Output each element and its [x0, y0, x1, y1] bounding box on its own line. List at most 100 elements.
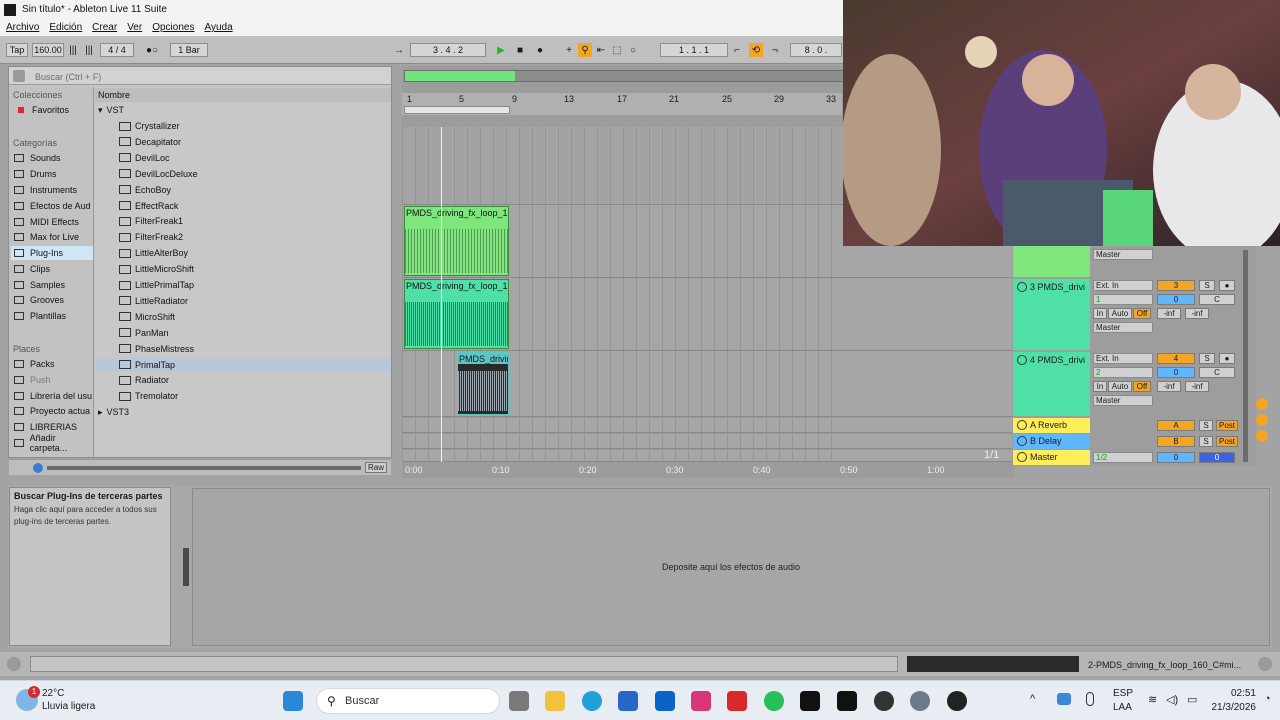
- send-value[interactable]: 0: [1157, 294, 1195, 305]
- preview-toggle-icon[interactable]: [33, 463, 43, 473]
- loop-brace[interactable]: [402, 105, 842, 115]
- list-item[interactable]: DevilLoc: [95, 151, 391, 165]
- sidebar-item-clips[interactable]: Clips: [11, 262, 93, 276]
- track-header-2[interactable]: [1013, 246, 1090, 277]
- sidebar-item-max-for-live[interactable]: Max for Live: [11, 230, 93, 244]
- time-ruler[interactable]: 0:00 0:10 0:20 0:30 0:40 0:50 1:00: [402, 462, 1014, 478]
- menu-archivo[interactable]: Archivo: [6, 22, 39, 33]
- track-header-4[interactable]: 4 PMDS_drivi: [1013, 352, 1090, 416]
- nudge-down-icon[interactable]: |||: [66, 43, 80, 57]
- monitor-off-button[interactable]: Off: [1133, 381, 1151, 392]
- media-player-icon[interactable]: [947, 691, 967, 711]
- return-track-b[interactable]: B Delay: [1013, 434, 1090, 449]
- clock-time[interactable]: 02:51: [1212, 688, 1256, 699]
- list-item[interactable]: EchoBoy: [95, 183, 391, 197]
- output-select[interactable]: Master: [1093, 395, 1153, 406]
- file-explorer-icon[interactable]: [545, 691, 565, 711]
- audio-clip[interactable]: PMDS_driving_fx_loop_1: [404, 206, 509, 276]
- search-input[interactable]: Buscar (Ctrl + F): [35, 72, 101, 82]
- automation-arm-icon[interactable]: ⚲: [578, 43, 592, 57]
- output-select[interactable]: Master: [1093, 322, 1153, 333]
- track-activator-icon[interactable]: [1017, 355, 1027, 365]
- list-item[interactable]: FilterFreak2: [95, 230, 391, 244]
- input-channel-select[interactable]: 1: [1093, 294, 1153, 305]
- sidebar-item-push[interactable]: Push: [11, 373, 93, 387]
- list-item[interactable]: FilterFreak1: [95, 214, 391, 228]
- nudge-up-icon[interactable]: |||: [82, 43, 96, 57]
- show-info-icon[interactable]: [7, 657, 21, 671]
- return-letter[interactable]: B: [1157, 436, 1195, 447]
- arm-record-icon[interactable]: ●: [1219, 280, 1235, 291]
- sidebar-item-sounds[interactable]: Sounds: [11, 151, 93, 165]
- list-item[interactable]: PanMan: [95, 326, 391, 340]
- quantize-select[interactable]: 1 Bar: [170, 43, 208, 57]
- whatsapp-icon[interactable]: [764, 691, 784, 711]
- solo-button[interactable]: S: [1199, 353, 1215, 364]
- track-activator-icon[interactable]: [1017, 452, 1027, 462]
- record-icon[interactable]: ●: [533, 43, 547, 57]
- sidebar-item-midi-effects[interactable]: MIDI Effects: [11, 215, 93, 229]
- menu-crear[interactable]: Crear: [92, 22, 117, 33]
- list-item[interactable]: Crystallizer: [95, 119, 391, 133]
- weather-temp[interactable]: 22°C: [42, 688, 64, 699]
- pan-control[interactable]: C: [1199, 367, 1235, 378]
- loop-switch-icon[interactable]: ⟲: [749, 43, 763, 57]
- monitor-off-button[interactable]: Off: [1133, 308, 1151, 319]
- device-drop-zone[interactable]: Deposite aquí los efectos de audio: [192, 488, 1270, 646]
- track-activator-icon[interactable]: [1017, 282, 1027, 292]
- capture-icon[interactable]: ⬚: [610, 43, 624, 57]
- sidebar-item-packs[interactable]: Packs: [11, 357, 93, 371]
- wifi-icon[interactable]: ≋: [1148, 693, 1157, 706]
- master-value[interactable]: 0: [1157, 452, 1195, 463]
- battery-icon[interactable]: ▭: [1187, 693, 1197, 706]
- overdub-icon[interactable]: +: [562, 43, 576, 57]
- list-item[interactable]: MicroShift: [95, 310, 391, 324]
- task-view-icon[interactable]: [509, 691, 529, 711]
- session-record-icon[interactable]: ○: [626, 43, 640, 57]
- track-header-3[interactable]: 3 PMDS_drivi: [1013, 279, 1090, 350]
- instagram-icon[interactable]: [691, 691, 711, 711]
- master-lane[interactable]: 1/1: [402, 449, 1012, 462]
- play-icon[interactable]: ▶: [494, 43, 508, 57]
- metronome-icon[interactable]: ●○: [138, 43, 166, 57]
- microphone-icon[interactable]: [1086, 692, 1094, 706]
- audio-clip[interactable]: PMDS_driving_fx_loop_1: [404, 279, 509, 349]
- list-item[interactable]: LittleRadiator: [95, 294, 391, 308]
- sidebar-item-librerias[interactable]: LIBRERIAS: [11, 420, 93, 434]
- follow-icon[interactable]: →: [392, 43, 406, 57]
- list-item[interactable]: LittleAlterBoy: [95, 246, 391, 260]
- sidebar-item-plug-ins[interactable]: Plug-Ins: [11, 246, 93, 260]
- sidebar-item-current-project[interactable]: Proyecto actua: [11, 404, 93, 418]
- song-position-field[interactable]: 3 . 4 . 2: [410, 43, 486, 57]
- loop-length-field[interactable]: 8 . 0 .: [790, 43, 842, 57]
- mixer-toggle-icon[interactable]: [1256, 430, 1268, 442]
- list-item[interactable]: LittleMicroShift: [95, 262, 391, 276]
- sidebar-item-grooves[interactable]: Grooves: [11, 293, 93, 307]
- tap-button[interactable]: Tap: [6, 43, 28, 57]
- outlook-icon[interactable]: [655, 691, 675, 711]
- cloud-icon[interactable]: [1057, 693, 1071, 705]
- track-lane-4[interactable]: PMDS_drivin: [402, 351, 1012, 417]
- youtube-icon[interactable]: [727, 691, 747, 711]
- monitor-in-button[interactable]: In: [1093, 308, 1107, 319]
- language-code[interactable]: ESP: [1113, 688, 1133, 699]
- io-toggle-icon[interactable]: [1256, 398, 1268, 410]
- solo-button[interactable]: S: [1199, 436, 1213, 447]
- menu-ayuda[interactable]: Ayuda: [204, 22, 232, 33]
- folder-vst[interactable]: ▾ VST: [95, 103, 391, 117]
- menu-opciones[interactable]: Opciones: [152, 22, 194, 33]
- input-channel-select[interactable]: 2: [1093, 367, 1153, 378]
- back-to-arrangement-icon[interactable]: ⇤: [594, 43, 608, 57]
- clock-date[interactable]: 21/3/2026: [1206, 702, 1257, 713]
- sends-toggle-icon[interactable]: [1256, 414, 1268, 426]
- taskbar-search[interactable]: ⚲ Buscar: [316, 688, 500, 714]
- track-number-button[interactable]: 3: [1157, 280, 1195, 291]
- monitor-in-button[interactable]: In: [1093, 381, 1107, 392]
- return-lane-b[interactable]: [402, 434, 1012, 449]
- audio-clip[interactable]: PMDS_drivin: [457, 352, 509, 415]
- name-column-header[interactable]: Nombre: [95, 88, 391, 102]
- monitor-auto-button[interactable]: Auto: [1108, 381, 1132, 392]
- return-track-a[interactable]: A Reverb: [1013, 418, 1090, 433]
- track-activator-icon[interactable]: [1017, 420, 1027, 430]
- input-type-select[interactable]: Ext. In: [1093, 353, 1153, 364]
